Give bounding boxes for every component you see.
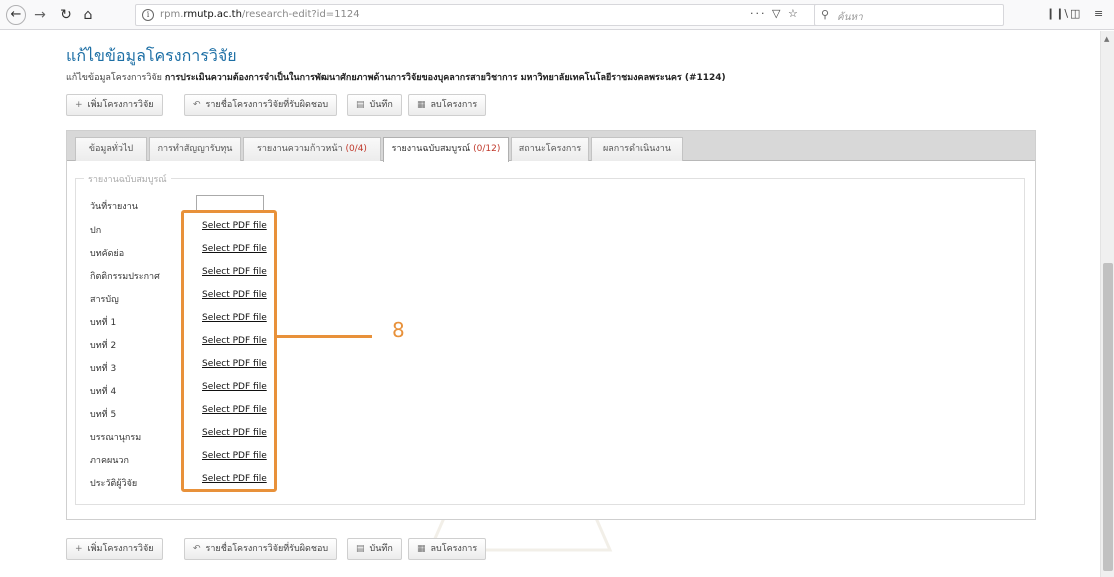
info-icon[interactable]: i [142,9,154,21]
project-name: การประเมินความต้องการจำเป็นในการพัฒนาศัก… [164,73,726,83]
annotation-number: 8 [392,318,405,342]
page-title: แก้ไขข้อมูลโครงการวิจัย [66,46,237,65]
search-icon: ⚲ [821,8,830,21]
tab-grant-contract[interactable]: การทำสัญญารับทุน [149,137,241,161]
tab-final-report[interactable]: รายงานฉบับสมบูรณ์ (0/12) [383,137,509,162]
home-icon[interactable]: ⌂ [80,5,96,25]
tab-progress-report[interactable]: รายงานความก้าวหน้า (0/4) [243,137,381,161]
my-projects-label: รายชื่อโครงการวิจัยที่รับผิดชอบ [205,544,329,554]
sidebar-icon[interactable]: ◫ [1070,7,1080,20]
tab-bar: ข้อมูลทั่วไป การทำสัญญารับทุน รายงานความ… [67,131,1035,162]
row-label-abstract: บทคัดย่อ [90,249,125,259]
row-label-chapter-5: บทที่ 5 [90,410,117,420]
add-project-button-bottom[interactable]: + เพิ่มโครงการวิจัย [66,538,163,560]
add-project-label: เพิ่มโครงการวิจัย [87,100,154,110]
tab-label: รายงานฉบับสมบูรณ์ [391,144,474,154]
delete-project-label: ลบโครงการ [430,100,478,110]
save-icon: ▤ [356,100,365,110]
library-icon[interactable]: ❙❙\ [1046,7,1068,20]
my-projects-button-bottom[interactable]: ↶ รายชื่อโครงการวิจัยที่รับผิดชอบ [184,538,338,560]
page-subtitle: แก้ไขข้อมูลโครงการวิจัย การประเมินความต้… [66,70,726,84]
tab-general-info[interactable]: ข้อมูลทั่วไป [75,137,147,161]
url-path: /research-edit?id=1124 [241,9,360,20]
row-label-appendix: ภาคผนวก [90,456,129,466]
menu-icon[interactable]: ≡ [1094,7,1103,20]
save-label: บันทึก [369,544,393,554]
tab-label: ข้อมูลทั่วไป [88,144,134,154]
save-button[interactable]: ▤ บันทึก [347,94,402,116]
plus-icon: + [75,544,83,554]
url-prefix: rpm. [160,9,184,20]
tab-count: (0/4) [345,144,367,154]
tab-label: ผลการดำเนินงาน [602,144,671,154]
row-label-researcher-bio: ประวัติผู้วิจัย [90,479,138,489]
plus-icon: + [75,100,83,110]
pocket-icon[interactable]: ▽ [772,7,782,20]
save-label: บันทึก [369,100,393,110]
fieldset-legend: รายงานฉบับสมบูรณ์ [84,172,171,186]
tab-results[interactable]: ผลการดำเนินงาน [591,137,683,161]
delete-project-button[interactable]: ▦ ลบโครงการ [408,94,487,116]
scroll-up-icon[interactable]: ▲ [1104,35,1109,43]
tab-label: รายงานความก้าวหน้า [257,144,346,154]
tab-project-status[interactable]: สถานะโครงการ [511,137,589,161]
row-label-toc: สารบัญ [90,295,119,305]
add-project-label: เพิ่มโครงการวิจัย [87,544,154,554]
row-label-chapter-2: บทที่ 2 [90,341,117,351]
row-label-chapter-1: บทที่ 1 [90,318,117,328]
my-projects-label: รายชื่อโครงการวิจัยที่รับผิดชอบ [205,100,329,110]
search-placeholder: ค้นหา [837,12,863,23]
tab-label: สถานะโครงการ [518,144,582,154]
bookmark-star-icon[interactable]: ☆ [788,7,800,20]
tab-label: การทำสัญญารับทุน [157,144,233,154]
forward-arrow-icon[interactable]: → [32,5,48,25]
scrollbar-thumb[interactable] [1103,263,1113,571]
annotation-connector-line [277,335,372,338]
my-projects-button[interactable]: ↶ รายชื่อโครงการวิจัยที่รับผิดชอบ [184,94,338,116]
trash-icon: ▦ [417,100,426,110]
url-actions: ··· ▽ ☆ [750,7,800,20]
url-host: rmutp.ac.th [183,9,242,20]
annotation-highlight-box [181,210,277,492]
row-label-chapter-3: บทที่ 3 [90,364,117,374]
tab-count: (0/12) [473,144,501,154]
return-arrow-icon: ↶ [193,544,201,554]
delete-project-label: ลบโครงการ [430,544,478,554]
return-arrow-icon: ↶ [193,100,201,110]
row-label-chapter-4: บทที่ 4 [90,387,117,397]
save-button-bottom[interactable]: ▤ บันทึก [347,538,402,560]
report-date-label: วันที่รายงาน [90,202,138,212]
subtitle-prefix: แก้ไขข้อมูลโครงการวิจัย [66,73,162,83]
save-icon: ▤ [356,544,365,554]
back-arrow-icon[interactable]: ← [6,5,26,25]
add-project-button[interactable]: + เพิ่มโครงการวิจัย [66,94,163,116]
row-label-cover: ปก [90,226,102,236]
url-bar[interactable]: i rpm.rmutp.ac.th/research-edit?id=1124 [135,4,857,26]
row-label-acknowledgement: กิตติกรรมประกาศ [90,272,160,282]
url-text[interactable]: rpm.rmutp.ac.th/research-edit?id=1124 [160,9,360,20]
more-dots-icon[interactable]: ··· [750,7,767,20]
vertical-scrollbar[interactable]: ▲ [1100,31,1114,577]
search-bar[interactable]: ⚲ ค้นหา [814,4,1004,26]
row-label-bibliography: บรรณานุกรม [90,433,142,443]
reload-icon[interactable]: ↻ [58,5,74,25]
trash-icon: ▦ [417,544,426,554]
delete-project-button-bottom[interactable]: ▦ ลบโครงการ [408,538,487,560]
browser-toolbar: ← → ↻ ⌂ i rpm.rmutp.ac.th/research-edit?… [0,0,1114,30]
